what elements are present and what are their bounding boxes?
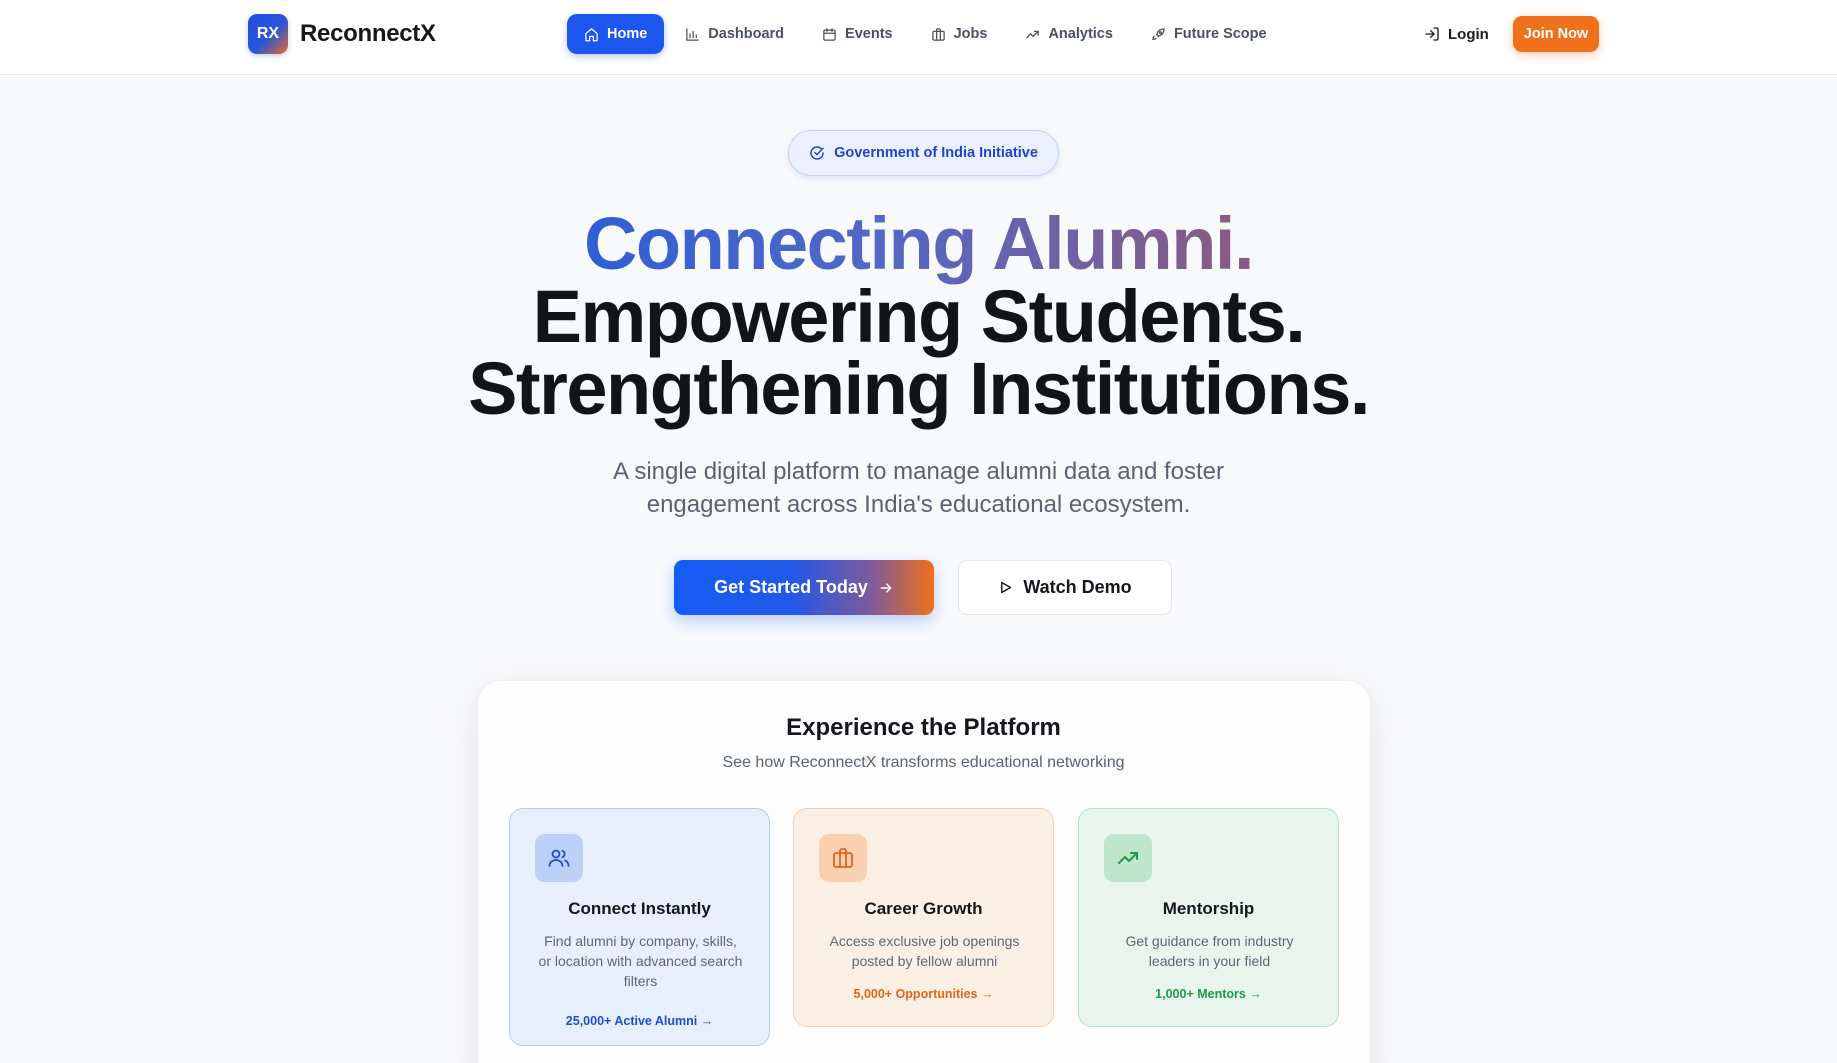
nav-item-label: Jobs (953, 26, 988, 42)
join-now-button[interactable]: Join Now (1513, 16, 1599, 52)
get-started-button[interactable]: Get Started Today (674, 560, 934, 615)
nav-item-jobs[interactable]: Jobs (914, 14, 1005, 54)
login-button[interactable]: Login (1424, 14, 1489, 54)
check-circle-icon (810, 146, 824, 160)
nav-item-analytics[interactable]: Analytics (1008, 14, 1129, 54)
home-icon (585, 27, 598, 41)
hero-headline-line-2: Empowering Students. (532, 275, 1306, 358)
nav-item-label: Analytics (1048, 26, 1113, 42)
platform-subtitle: See how ReconnectX transforms educationa… (722, 754, 1125, 771)
feature-card-mentorship[interactable]: Mentorship Get guidance from industry le… (1078, 808, 1339, 1027)
feature-icon-box (1104, 834, 1152, 882)
calendar-icon (823, 27, 836, 41)
trending-up-icon (1118, 852, 1138, 864)
rocket-icon (1152, 27, 1165, 40)
watch-demo-label: Watch Demo (1023, 577, 1132, 597)
nav-item-label: Home (607, 26, 648, 42)
government-initiative-badge: Government of India Initiative (788, 130, 1059, 176)
feature-card-stat-link[interactable]: 25,000+ Active Alumni → (510, 1014, 769, 1028)
feature-card-connect[interactable]: Connect Instantly Find alumni by company… (509, 808, 770, 1046)
brand-logo: RX (248, 14, 288, 54)
platform-title: Experience the Platform (786, 714, 1061, 741)
hero-subtitle: A single digital platform to manage alum… (0, 455, 1837, 521)
get-started-label: Get Started Today (714, 577, 868, 597)
watch-demo-button[interactable]: Watch Demo (958, 560, 1172, 615)
nav-item-label: Dashboard (708, 26, 785, 42)
hero-subtitle-line-1: A single digital platform to manage alum… (612, 458, 1225, 485)
feature-card-stat-link[interactable]: 5,000+ Opportunities → (794, 987, 1053, 1001)
login-icon (1425, 27, 1439, 41)
brand[interactable]: RX ReconnectX (248, 14, 436, 54)
nav-item-home[interactable]: Home (567, 14, 665, 54)
brand-name: ReconnectX (300, 20, 436, 47)
top-navbar: RX ReconnectX Home Dashboard Events Jobs… (0, 0, 1837, 75)
nav-item-future-scope[interactable]: Future Scope (1134, 14, 1284, 54)
hero-headline-line-1: Connecting Alumni. (0, 204, 1837, 284)
nav-item-dashboard[interactable]: Dashboard (668, 14, 801, 54)
users-icon (548, 849, 570, 867)
hero-subtitle-line-2: engagement across India's educational ec… (646, 491, 1191, 518)
feature-card-title: Mentorship (1162, 899, 1255, 918)
hero-gradient-text: Connecting Alumni. (583, 202, 1255, 285)
feature-card-description: Find alumni by company, skills, or locat… (538, 933, 743, 989)
feature-card-career[interactable]: Career Growth Access exclusive job openi… (793, 808, 1054, 1027)
login-label: Login (1448, 25, 1489, 43)
trending-up-icon (1026, 30, 1040, 38)
main-nav: Home Dashboard Events Jobs Analytics Fut… (567, 14, 1288, 54)
feature-card-title: Career Growth (864, 899, 983, 918)
play-icon (1001, 581, 1012, 594)
arrow-right-icon (880, 582, 892, 593)
badge-label: Government of India Initiative (834, 145, 1038, 161)
hero-headline-line-3: Strengthening Institutions. (468, 347, 1370, 430)
feature-card-stat-link[interactable]: 1,000+ Mentors → (1079, 987, 1338, 1001)
briefcase-icon (833, 848, 853, 868)
feature-card-title: Connect Instantly (568, 899, 711, 918)
feature-icon-box (819, 834, 867, 882)
nav-item-label: Future Scope (1173, 26, 1267, 42)
feature-card-description: Access exclusive job openings posted by … (829, 933, 1020, 969)
nav-item-label: Events (845, 26, 893, 42)
feature-icon-box (535, 834, 583, 882)
nav-item-events[interactable]: Events (805, 14, 910, 54)
feature-card-description: Get guidance from industry leaders in yo… (1125, 933, 1294, 969)
briefcase-icon (931, 27, 945, 41)
bar-chart-icon (686, 27, 700, 41)
